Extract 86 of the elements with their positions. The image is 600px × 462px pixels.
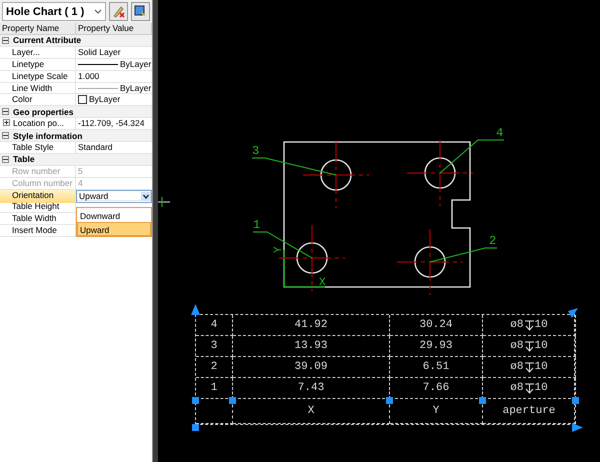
- property-value: 5: [77, 166, 84, 177]
- color-swatch-icon: [78, 95, 87, 104]
- expand-icon[interactable]: [3, 119, 10, 126]
- caret-icon: [94, 9, 102, 14]
- grip-handle[interactable]: [386, 397, 393, 404]
- object-selector[interactable]: Hole Chart ( 1 ): [2, 2, 106, 21]
- property-name: Row number: [0, 166, 76, 177]
- axis-label: X: [319, 277, 326, 289]
- hole-diameter: ø8: [510, 319, 524, 331]
- hole-diameter: ø8: [510, 361, 524, 373]
- dropdown-option[interactable]: Upward: [77, 222, 151, 236]
- property-name: Layer...: [0, 46, 76, 58]
- property-value: ByLayer: [76, 58, 154, 70]
- hole-drawing: [406, 140, 474, 206]
- table-cell: 39.09: [233, 357, 390, 378]
- property-name: Linetype: [0, 58, 76, 70]
- property-value: 4: [77, 178, 84, 189]
- table-cell: 29.93: [390, 336, 483, 357]
- select-objects-icon[interactable]: [131, 2, 150, 21]
- grip-handle[interactable]: [192, 424, 199, 431]
- leader-line: [252, 232, 312, 258]
- depth-symbol-icon: [524, 362, 534, 372]
- axis-drawing: [283, 250, 325, 288]
- leader-line: [430, 248, 498, 262]
- section-title: Style information: [13, 130, 82, 141]
- column-header: Property Name: [0, 23, 76, 34]
- section-title: Geo properties: [13, 106, 74, 117]
- hole-drawing: [396, 228, 464, 296]
- property-name: Line Width: [0, 82, 76, 94]
- table-cell: 2: [196, 357, 233, 378]
- depth-symbol-icon: [524, 340, 534, 352]
- grip-handle[interactable]: [192, 397, 199, 404]
- arrow-grip-icon[interactable]: [191, 304, 200, 315]
- depth-symbol-icon: [524, 382, 534, 394]
- table-cell: 30.24: [390, 315, 483, 336]
- linetype-sample-icon: [78, 86, 118, 90]
- hole-diameter: ø8: [510, 340, 524, 352]
- hole-depth: 10: [534, 319, 548, 331]
- property-value: 1.000: [77, 70, 100, 82]
- section-header[interactable]: Geo properties: [0, 106, 152, 118]
- hole-number: 2: [489, 234, 496, 248]
- hole-drawing: [302, 142, 370, 208]
- section-header[interactable]: Table: [0, 154, 152, 166]
- section-header[interactable]: Style information: [0, 130, 152, 142]
- pencil-clear-icon[interactable]: [109, 2, 128, 21]
- grip-handle[interactable]: [479, 397, 486, 404]
- table-cell: 13.93: [233, 336, 390, 357]
- property-name: Table Style: [0, 142, 76, 154]
- cursor-icon: [158, 196, 170, 208]
- property-name: Orientation: [0, 190, 76, 203]
- depth-symbol-icon: [524, 320, 534, 330]
- section-header[interactable]: Current Attribute: [0, 35, 152, 47]
- property-value: -112.709, -54.324: [77, 118, 146, 130]
- axis-label: Y: [273, 246, 285, 253]
- hole-depth: 10: [534, 340, 548, 352]
- collapse-icon[interactable]: [2, 108, 9, 116]
- collapse-icon[interactable]: [2, 132, 9, 140]
- dropdown-field[interactable]: Upward: [76, 190, 152, 203]
- linetype-sample-icon: [78, 62, 118, 66]
- table-cell: 3: [196, 336, 233, 357]
- hole-depth: 10: [534, 361, 548, 373]
- hole-number: 4: [496, 126, 504, 140]
- hole-number: 3: [252, 144, 260, 158]
- property-value: ByLayer: [76, 94, 152, 106]
- grip-handle[interactable]: [229, 397, 236, 404]
- section-title: Current Attribute: [13, 35, 82, 46]
- grip-handle[interactable]: [572, 397, 579, 404]
- table-cell: 41.92: [233, 315, 390, 336]
- property-name: Linetype Scale: [0, 70, 76, 82]
- hole-diameter: ø8: [510, 382, 524, 394]
- leader-line: [440, 140, 504, 174]
- hole-depth: 10: [534, 382, 548, 394]
- section-title: Table: [13, 154, 35, 164]
- arrow-grip-icon[interactable]: [572, 423, 583, 432]
- property-name: Column number: [0, 178, 76, 189]
- arrow-grip-icon[interactable]: [568, 308, 578, 318]
- property-name: Location po...: [0, 118, 76, 130]
- collapse-icon[interactable]: [2, 36, 9, 44]
- property-name: Color: [0, 94, 76, 106]
- property-value: Standard: [77, 142, 114, 154]
- hole-number: 1: [253, 218, 260, 232]
- property-value: ByLayer: [76, 82, 154, 94]
- table-cell: 6.51: [390, 357, 483, 378]
- collapse-icon[interactable]: [2, 156, 9, 163]
- dropdown-caret-icon[interactable]: [141, 192, 151, 201]
- property-value: Solid Layer: [77, 46, 122, 58]
